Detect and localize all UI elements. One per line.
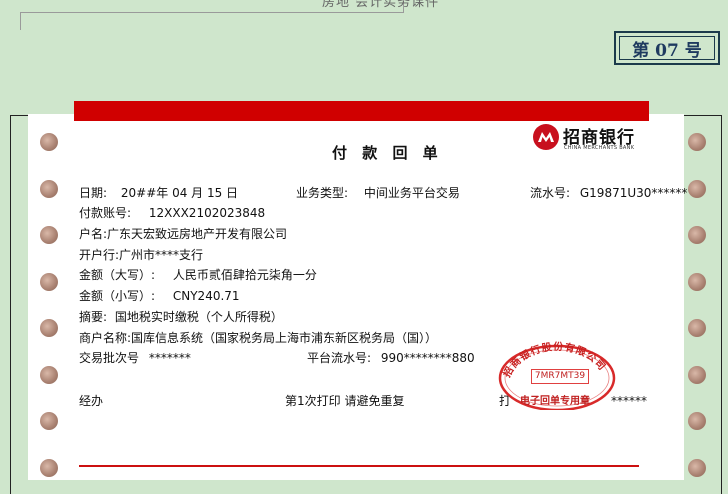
feed-hole [688,459,706,477]
bank-branch-label: 开户行: [79,248,120,262]
amount-lower-label: 金额（小写）: [79,289,156,303]
bank-branch-row: 开户行:广州市****支行 [79,248,203,262]
slip-red-bar [74,101,649,121]
serial-value: G19871U30****** [579,186,688,200]
cmb-logo-icon [533,124,559,150]
feed-hole [40,273,58,291]
seal-code: 7MR7MT39 [531,369,589,384]
feed-hole [40,226,58,244]
amount-upper-row: 金额（大写）: 人民币贰佰肆拾元柒角一分 [79,268,317,282]
print-suffix: 次打印 请避免重复 [304,394,405,408]
seal-label: 电子回单专用章 [520,396,590,407]
name-label: 户名: [79,227,108,241]
biz-type-label: 业务类型: [296,186,349,200]
account-row: 付款账号: 12XXX2102023848 [79,206,265,220]
batch-label: 交易批次号 [79,351,140,365]
date-label: 日期: [79,186,108,200]
merchant-row: 商户名称:国库信息系统（国家税务局上海市浦东新区税务局（国）） [79,331,437,345]
merchant-label: 商户名称: [79,331,132,345]
amount-lower-value: CNY240.71 [172,289,240,303]
amount-lower-row: 金额（小写）: CNY240.71 [79,289,240,303]
platform-serial-value: 990********880 [380,351,475,365]
bank-branch-value: 广州市****支行 [119,248,204,262]
biz-type-value: 中间业务平台交易 [363,186,460,200]
summary-row: 摘要: 国地税实时缴税（个人所得税） [79,310,283,324]
feed-hole [688,319,706,337]
top-rule [20,12,404,13]
batch-value: ******* [148,351,191,365]
amount-upper-value: 人民币贰佰肆拾元柒角一分 [172,268,317,282]
serial-label: 流水号: [530,186,571,200]
feed-hole [688,273,706,291]
amount-upper-label: 金额（大写）: [79,268,156,282]
page-number-label: 第 07 号 [619,36,715,61]
page-caption: 房地 会计实务课件 [322,0,440,10]
bottom-red-rule [79,465,639,467]
name-row: 户名:广东天宏致远房地产开发有限公司 [79,227,287,241]
account-label: 付款账号: [79,206,132,220]
feed-hole [40,412,58,430]
platform-serial-label: 平台流水号: [307,351,372,365]
bank-name-en: CHINA MERCHANTS BANK [564,145,635,151]
bank-logo: 招商银行 CHINA MERCHANTS BANK [532,123,650,153]
platform-serial-row: 平台流水号: 990********880 [307,351,475,365]
feed-hole [688,412,706,430]
biz-type-row: 业务类型: 中间业务平台交易 [296,186,460,200]
date-value: 20##年 04 月 15 日 [120,186,239,200]
serial-row: 流水号: G19871U30****** [530,186,687,200]
account-value: 12XXX2102023848 [148,206,266,220]
feed-hole [688,133,706,151]
feed-hole [40,180,58,198]
print-notice: 第1次打印 请避免重复 [285,394,404,408]
merchant-value: 国库信息系统（国家税务局上海市浦东新区税务局（国）） [131,331,438,345]
feed-hole [40,319,58,337]
date-row: 日期: 20##年 04 月 15 日 [79,186,238,200]
print-prefix: 第 [285,394,298,408]
slip-title: 付 款 回 单 [332,144,443,162]
feed-hole [40,366,58,384]
feed-hole [40,133,58,151]
side-rule [20,12,21,30]
feed-hole [688,180,706,198]
feed-hole [688,226,706,244]
name-value: 广东天宏致远房地产开发有限公司 [107,227,288,241]
feed-hole [40,459,58,477]
page-number-box: 第 07 号 [614,31,720,65]
summary-label: 摘要: [79,310,108,324]
summary-value: 国地税实时缴税（个人所得税） [114,310,283,324]
handler-label: 经办 [79,394,104,408]
feed-hole [688,366,706,384]
print-count: 1 [297,394,305,408]
batch-row: 交易批次号 ******* [79,351,191,365]
